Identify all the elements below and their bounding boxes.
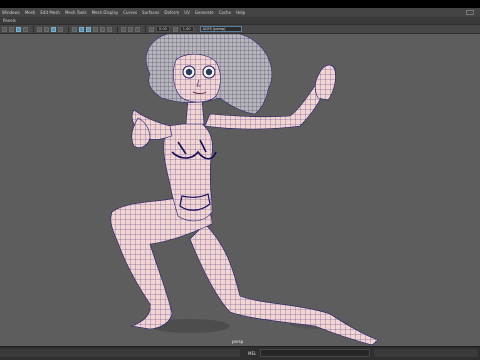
- menu-cache[interactable]: Cache: [219, 10, 231, 15]
- menu-edit-mesh[interactable]: Edit Mesh: [40, 10, 60, 15]
- menu-uv[interactable]: UV: [184, 10, 190, 15]
- menu-mesh-tools[interactable]: Mesh Tools: [65, 10, 87, 15]
- panel-menu-bar: Panels: [0, 17, 480, 24]
- mel-command-input[interactable]: [260, 349, 370, 357]
- maya-window: Windows Mesh Edit Mesh Mesh Tools Mesh D…: [0, 0, 480, 360]
- mel-language-toggle[interactable]: MEL: [248, 351, 256, 356]
- lights-icon[interactable]: [100, 26, 105, 32]
- wireframe-on-shaded-icon[interactable]: [86, 26, 91, 32]
- camera-attributes-icon[interactable]: [9, 26, 14, 32]
- smooth-shade-icon[interactable]: [79, 26, 84, 32]
- viewport-scene: [110, 34, 379, 346]
- perspective-viewport[interactable]: persp: [0, 34, 480, 346]
- menu-windows[interactable]: Windows: [2, 10, 20, 15]
- right-pupil: [205, 68, 213, 76]
- gamma-icon[interactable]: [172, 26, 178, 32]
- menu-deform[interactable]: Deform: [164, 10, 179, 15]
- xray-joints-icon[interactable]: [128, 26, 133, 32]
- left-pupil: [185, 68, 193, 76]
- textured-icon[interactable]: [93, 26, 98, 32]
- toolbar-separator: [33, 25, 34, 33]
- shadows-icon[interactable]: [107, 26, 112, 32]
- menu-help[interactable]: Help: [236, 10, 245, 15]
- grid-icon[interactable]: [37, 26, 42, 32]
- backface-icon[interactable]: [135, 26, 140, 32]
- bookmark-icon[interactable]: [16, 26, 21, 32]
- film-gate-icon[interactable]: [44, 26, 49, 32]
- exposure-field[interactable]: 0.00: [156, 26, 170, 32]
- wireframe-icon[interactable]: [72, 26, 77, 32]
- exposure-icon[interactable]: [149, 26, 154, 32]
- xray-icon[interactable]: [121, 26, 126, 32]
- viewport-toolbar: 0.00 1.00 ACES (persp): [0, 24, 480, 34]
- title-strip: [0, 0, 480, 8]
- toolbar-separator: [68, 25, 69, 33]
- image-plane-icon[interactable]: [23, 26, 28, 32]
- command-line-bar: MEL: [0, 346, 480, 360]
- face: [173, 53, 221, 103]
- color-space-dropdown[interactable]: ACES (persp): [199, 26, 242, 32]
- menu-mesh-display[interactable]: Mesh Display: [92, 10, 119, 15]
- command-result-field: [374, 349, 478, 357]
- menu-bar: Windows Mesh Edit Mesh Mesh Tools Mesh D…: [0, 8, 480, 17]
- gamma-field[interactable]: 1.00: [179, 26, 194, 32]
- camera-name-label: persp: [232, 339, 244, 344]
- select-camera-icon[interactable]: [2, 26, 7, 32]
- toolbar-separator: [117, 25, 118, 33]
- menu-surfaces[interactable]: Surfaces: [142, 10, 159, 15]
- panels-menu[interactable]: Panels: [3, 18, 16, 23]
- menu-generate[interactable]: Generate: [195, 10, 214, 15]
- workspace-toggle-icon[interactable]: [466, 10, 474, 15]
- toolbar-separator: [145, 25, 146, 33]
- help-line: [0, 349, 240, 357]
- resolution-gate-icon[interactable]: [51, 26, 56, 32]
- menu-curves[interactable]: Curves: [123, 10, 137, 15]
- gate-mask-icon[interactable]: [58, 26, 63, 32]
- right-hand: [315, 64, 336, 101]
- neck: [185, 99, 205, 125]
- menu-mesh[interactable]: Mesh: [25, 10, 36, 15]
